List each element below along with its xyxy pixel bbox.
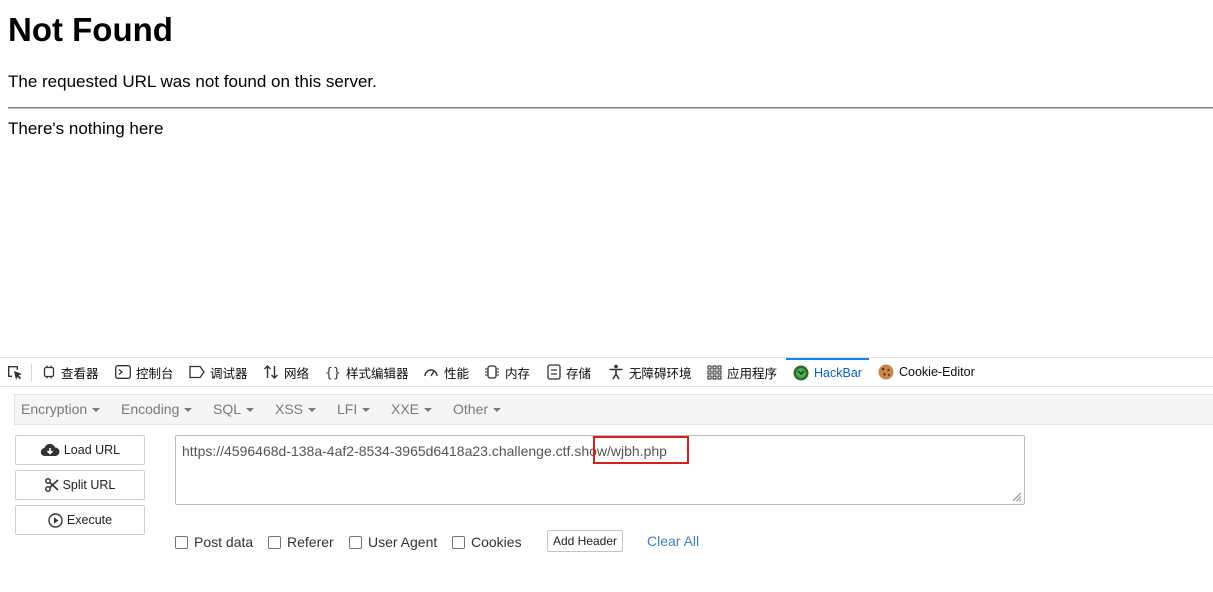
- tab-style-editor[interactable]: {} 样式编辑器: [325, 358, 409, 386]
- tab-label: 查看器: [61, 366, 99, 381]
- network-icon: [264, 365, 278, 379]
- page-content: Not Found The requested URL was not foun…: [0, 0, 1213, 357]
- console-icon: [115, 365, 131, 379]
- checkbox-box[interactable]: [452, 535, 465, 549]
- menu-lfi[interactable]: LFI: [337, 395, 371, 424]
- cookies-checkbox[interactable]: Cookies: [452, 533, 522, 551]
- play-circle-icon: [48, 512, 63, 528]
- tab-cookie-editor[interactable]: Cookie-Editor: [878, 358, 975, 386]
- resize-grip-icon[interactable]: [1010, 490, 1022, 502]
- tab-accessibility[interactable]: 无障碍环境: [608, 358, 692, 386]
- tab-label: 调试器: [210, 366, 248, 381]
- element-picker-icon[interactable]: [6, 364, 24, 387]
- tab-label: Cookie-Editor: [899, 365, 975, 379]
- tab-application[interactable]: 应用程序: [707, 358, 777, 386]
- post-data-checkbox[interactable]: Post data: [175, 533, 253, 551]
- checkbox-box[interactable]: [175, 535, 188, 549]
- storage-icon: [547, 364, 561, 380]
- menu-encoding[interactable]: Encoding: [121, 395, 193, 424]
- svg-text:{}: {}: [325, 366, 341, 380]
- hackbar-menu: Encryption Encoding SQL XSS LFI XXE Othe…: [14, 394, 1213, 425]
- style-editor-icon: {}: [325, 366, 341, 380]
- caret-down-icon: [424, 408, 433, 413]
- caret-down-icon: [362, 408, 371, 413]
- tab-memory[interactable]: 内存: [484, 358, 530, 386]
- caret-down-icon: [92, 408, 101, 413]
- tab-hackbar[interactable]: HackBar: [786, 358, 869, 386]
- tab-label: 性能: [444, 366, 470, 381]
- caret-down-icon: [308, 408, 317, 413]
- debugger-icon: [189, 365, 205, 379]
- toolbar-separator: [31, 364, 32, 382]
- devtools-toolbar: 查看器 控制台 调试器 网络 {} 样式编辑器 性能 内存 存储 无障碍环境 应…: [0, 358, 1213, 387]
- referer-checkbox[interactable]: Referer: [268, 533, 334, 551]
- menu-encryption[interactable]: Encryption: [21, 395, 101, 424]
- add-header-button[interactable]: Add Header: [547, 530, 623, 552]
- load-url-button[interactable]: Load URL: [15, 435, 145, 465]
- menu-xss[interactable]: XSS: [275, 395, 317, 424]
- cookie-icon: [878, 364, 894, 380]
- menu-other[interactable]: Other: [453, 395, 502, 424]
- caret-down-icon: [493, 408, 502, 413]
- menu-sql[interactable]: SQL: [213, 395, 255, 424]
- caret-down-icon: [246, 408, 255, 413]
- tab-label: 控制台: [136, 366, 174, 381]
- page-extra-text: There's nothing here: [8, 119, 164, 138]
- page-divider: [8, 107, 1213, 109]
- tab-label: 存储: [566, 366, 592, 381]
- tab-label: 无障碍环境: [629, 366, 692, 381]
- clear-all-link[interactable]: Clear All: [647, 533, 699, 549]
- cloud-download-icon: [40, 443, 60, 457]
- execute-button[interactable]: Execute: [15, 505, 145, 535]
- accessibility-icon: [609, 364, 623, 380]
- page-title: Not Found: [8, 11, 173, 48]
- browser-viewport: Not Found The requested URL was not foun…: [0, 0, 1213, 592]
- tab-debugger[interactable]: 调试器: [189, 358, 248, 386]
- tab-storage[interactable]: 存储: [547, 358, 591, 386]
- url-value: https://4596468d-138a-4af2-8534-3965d641…: [182, 443, 667, 459]
- tab-label: 样式编辑器: [346, 366, 409, 381]
- tab-inspector[interactable]: 查看器: [42, 358, 99, 386]
- performance-icon: [424, 369, 438, 377]
- checkbox-box[interactable]: [349, 535, 362, 549]
- url-textarea[interactable]: https://4596468d-138a-4af2-8534-3965d641…: [175, 435, 1025, 505]
- scissors-icon: [44, 478, 59, 492]
- menu-xxe[interactable]: XXE: [391, 395, 433, 424]
- page-message: The requested URL was not found on this …: [8, 72, 377, 91]
- tab-network[interactable]: 网络: [263, 358, 309, 386]
- caret-down-icon: [184, 408, 193, 413]
- tab-console[interactable]: 控制台: [115, 358, 174, 386]
- devtools-panel: 查看器 控制台 调试器 网络 {} 样式编辑器 性能 内存 存储 无障碍环境 应…: [0, 357, 1213, 592]
- memory-icon: [485, 365, 499, 379]
- tab-performance[interactable]: 性能: [423, 358, 469, 386]
- tab-label: 内存: [505, 366, 531, 381]
- tab-label: 网络: [284, 366, 310, 381]
- inspector-icon: [43, 365, 55, 379]
- checkbox-box[interactable]: [268, 535, 281, 549]
- user-agent-checkbox[interactable]: User Agent: [349, 533, 437, 551]
- tab-label: HackBar: [814, 366, 862, 380]
- tab-label: 应用程序: [727, 366, 778, 381]
- hackbar-icon: [793, 365, 809, 381]
- application-icon: [707, 364, 722, 380]
- split-url-button[interactable]: Split URL: [15, 470, 145, 500]
